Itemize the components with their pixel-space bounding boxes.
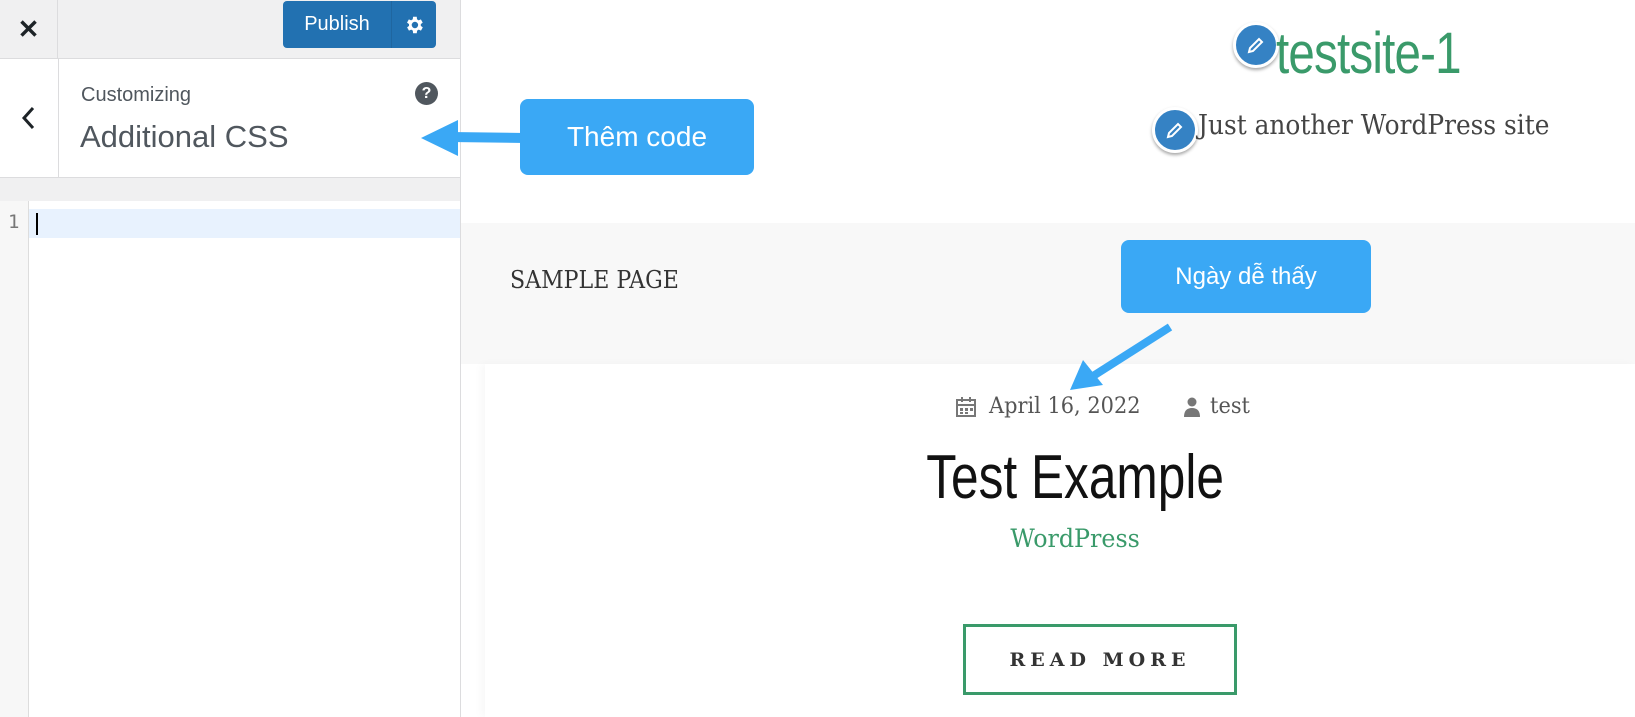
close-icon: ✕ — [17, 13, 40, 44]
user-icon — [1183, 397, 1200, 417]
css-code-input[interactable] — [29, 201, 460, 717]
read-more-button[interactable]: READ MORE — [963, 624, 1237, 695]
pencil-icon — [1166, 122, 1183, 139]
customizer-header: ✕ Publish — [0, 0, 460, 59]
publish-button[interactable]: Publish — [283, 1, 392, 48]
customizing-label: Customizing — [81, 84, 192, 106]
edit-site-title-button[interactable] — [1233, 22, 1279, 68]
post-title[interactable]: Test Example — [485, 442, 1635, 513]
post-meta: April 16, 2022 test — [955, 394, 1251, 419]
gear-icon — [407, 16, 423, 33]
primary-nav: SAMPLE PAGE — [461, 223, 1635, 364]
publish-group: Publish — [283, 1, 436, 48]
line-number: 1 — [8, 211, 20, 233]
callout-easy-date: Ngày dễ thấy — [1121, 240, 1371, 313]
calendar-icon — [956, 396, 976, 417]
site-tagline: Just another WordPress site — [1198, 110, 1550, 141]
post-card: April 16, 2022 test Test Example WordPre… — [485, 364, 1635, 717]
text-cursor — [36, 213, 38, 235]
section-title: Additional CSS — [80, 119, 289, 154]
help-icon[interactable]: ? — [415, 82, 438, 105]
edit-tagline-button[interactable] — [1152, 107, 1198, 153]
site-title[interactable]: testsite-1 — [1276, 20, 1462, 87]
post-category[interactable]: WordPress — [485, 524, 1635, 553]
post-title-text: Test Example — [926, 443, 1224, 512]
chevron-left-icon — [21, 106, 35, 130]
post-author[interactable]: test — [1210, 394, 1250, 419]
close-button[interactable]: ✕ — [0, 0, 58, 58]
pencil-icon — [1247, 37, 1264, 54]
back-button[interactable] — [0, 59, 59, 177]
customizer-sidebar: ✕ Publish Customizing Additional CSS ? 1 — [0, 0, 461, 717]
post-category-text: WordPress — [1010, 524, 1140, 553]
publish-settings-button[interactable] — [392, 1, 436, 48]
nav-item-sample-page[interactable]: SAMPLE PAGE — [510, 266, 679, 294]
css-editor: 1 — [0, 201, 460, 717]
callout-add-code: Thêm code — [520, 99, 754, 175]
line-number-gutter: 1 — [0, 201, 29, 717]
post-date[interactable]: April 16, 2022 — [989, 394, 1141, 419]
section-header: Customizing Additional CSS ? — [0, 59, 460, 178]
